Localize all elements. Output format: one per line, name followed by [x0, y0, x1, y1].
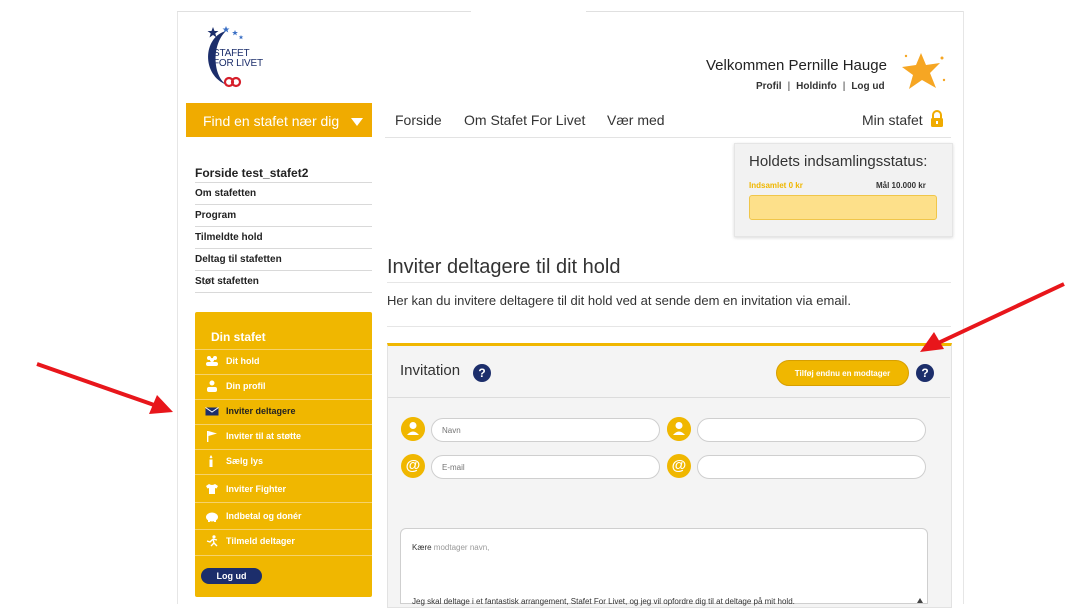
- find-stafet-label: Find en stafet nær dig: [203, 113, 340, 129]
- menu-inviter-fighter[interactable]: Inviter Fighter: [195, 477, 372, 502]
- recipient-name-input-2[interactable]: [697, 418, 926, 442]
- divider: [195, 226, 372, 227]
- menu-inviter-deltagere[interactable]: Inviter deltagere: [195, 399, 372, 424]
- holdinfo-link[interactable]: Holdinfo: [796, 81, 837, 92]
- menu-dit-hold[interactable]: Dit hold: [195, 349, 372, 374]
- flag-icon: [207, 431, 217, 442]
- at-sign-icon: @: [401, 454, 425, 478]
- piggy-bank-icon: [206, 512, 218, 522]
- din-stafet-title: Din stafet: [211, 330, 266, 344]
- logout-button[interactable]: Log ud: [201, 568, 262, 584]
- team-icon: [206, 356, 218, 366]
- recipient-email-input-1[interactable]: [431, 455, 660, 479]
- left-menu-om-stafetten[interactable]: Om stafetten: [195, 188, 372, 199]
- help-icon[interactable]: ?: [916, 364, 934, 382]
- divider: [388, 397, 950, 398]
- status-title: Holdets indsamlingsstatus:: [749, 153, 928, 170]
- chevron-down-icon: [351, 118, 363, 126]
- divider: [385, 137, 951, 138]
- left-menu-tilmeldte-hold[interactable]: Tilmeldte hold: [195, 232, 372, 243]
- shirt-icon: [206, 484, 218, 494]
- divider: [195, 248, 372, 249]
- find-stafet-dropdown[interactable]: Find en stafet nær dig: [186, 103, 372, 137]
- divider: [195, 204, 372, 205]
- runner-icon: [206, 535, 218, 547]
- recipient-email-input-2[interactable]: [697, 455, 926, 479]
- menu-indbetal[interactable]: Indbetal og donér: [195, 504, 372, 529]
- divider: [387, 282, 951, 283]
- left-menu-program[interactable]: Program: [195, 210, 372, 221]
- person-icon: [207, 380, 217, 392]
- add-recipient-button[interactable]: Tilføj endnu en modtager: [776, 360, 909, 386]
- divider: [195, 292, 372, 293]
- divider: [195, 182, 372, 183]
- welcome-text: Velkommen Pernille Hauge: [706, 57, 887, 74]
- lock-icon: [931, 110, 943, 127]
- menu-din-profil[interactable]: Din profil: [195, 374, 372, 399]
- intro-text: Her kan du invitere deltagere til dit ho…: [387, 293, 851, 308]
- divider: [195, 502, 372, 503]
- annotation-arrow: [36, 362, 173, 414]
- status-goal: Mål 10.000 kr: [876, 181, 926, 190]
- menu-tilmeld-deltager[interactable]: Tilmeld deltager: [195, 529, 372, 554]
- envelope-icon: [205, 407, 219, 416]
- message-greeting: Kære modtager navn,: [412, 543, 490, 552]
- message-body: Jeg skal deltage i et fantastisk arrange…: [412, 597, 795, 606]
- left-menu-title[interactable]: Forside test_stafet2: [195, 166, 308, 180]
- nav-om-stafet[interactable]: Om Stafet For Livet: [464, 112, 585, 128]
- profil-link[interactable]: Profil: [756, 81, 782, 92]
- candle-icon: [209, 455, 213, 467]
- annotation-arrow: [920, 282, 1065, 352]
- person-icon: [667, 417, 691, 441]
- fundraising-progress-bar: [749, 195, 937, 220]
- left-menu-deltag[interactable]: Deltag til stafetten: [195, 254, 372, 265]
- at-sign-icon: @: [667, 454, 691, 478]
- status-collected: Indsamlet 0 kr: [749, 181, 803, 190]
- account-links: Profil | Holdinfo | Log ud: [756, 81, 885, 92]
- invitation-title: Invitation: [400, 362, 461, 379]
- help-icon[interactable]: ?: [473, 364, 491, 382]
- person-icon: [401, 417, 425, 441]
- recipient-name-input-1[interactable]: [431, 418, 660, 442]
- left-menu-stoet[interactable]: Støt stafetten: [195, 276, 372, 287]
- invitation-message-textarea[interactable]: [400, 528, 928, 604]
- menu-saelg-lys[interactable]: Sælg lys: [195, 449, 372, 474]
- divider: [195, 270, 372, 271]
- star-avatar-icon: [902, 53, 946, 89]
- nav-vaer-med[interactable]: Vær med: [607, 112, 665, 128]
- menu-inviter-stoette[interactable]: Inviter til at støtte: [195, 424, 372, 449]
- page-title: Inviter deltagere til dit hold: [387, 256, 621, 278]
- min-stafet-link[interactable]: Min stafet: [862, 112, 923, 128]
- divider: [586, 11, 963, 12]
- divider: [387, 326, 951, 327]
- logo-text: STAFET FOR LIVET: [213, 48, 263, 69]
- log-ud-link[interactable]: Log ud: [851, 81, 884, 92]
- divider: [177, 11, 471, 12]
- divider: [195, 555, 372, 556]
- scroll-up-icon[interactable]: [916, 597, 924, 604]
- nav-forside[interactable]: Forside: [395, 112, 442, 128]
- divider: [195, 474, 372, 475]
